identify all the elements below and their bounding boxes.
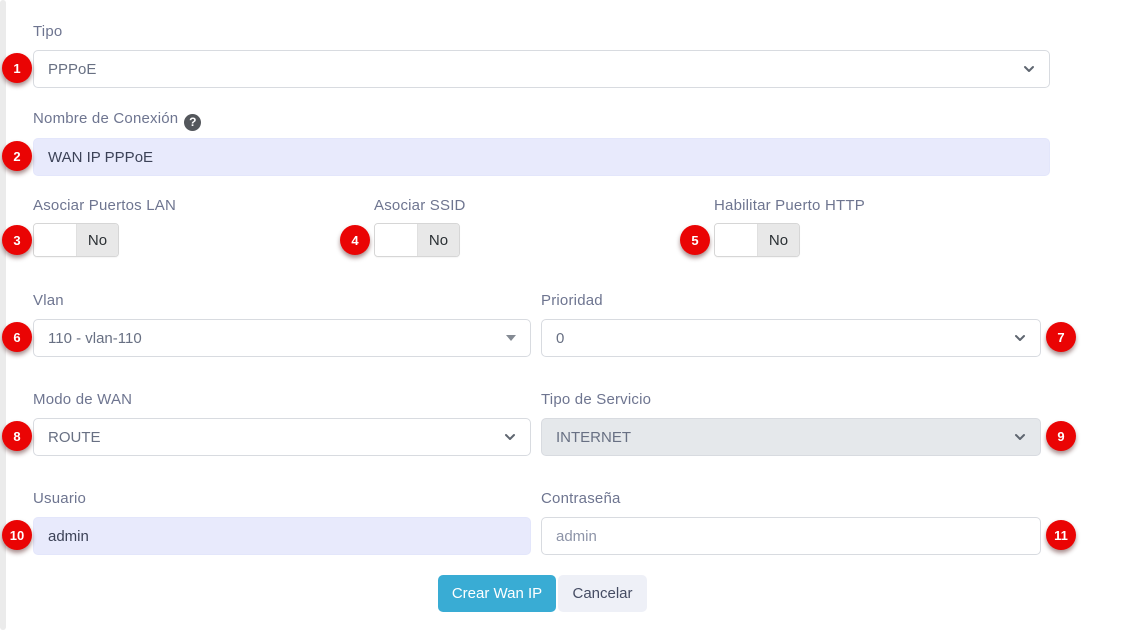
step-badge-8: 8	[2, 421, 32, 451]
step-badge-2: 2	[2, 141, 32, 171]
contrasena-input-placeholder: admin	[556, 528, 597, 545]
toggle-knob	[715, 224, 758, 256]
asociar-ssid-label: Asociar SSID	[374, 197, 466, 214]
contrasena-input[interactable]: admin	[541, 517, 1041, 555]
asociar-ssid-toggle[interactable]: No	[374, 223, 460, 257]
step-badge-4: 4	[340, 225, 370, 255]
tipo-select[interactable]: PPPoE	[33, 50, 1050, 88]
dropdown-arrow-icon	[506, 335, 516, 341]
nombre-label: Nombre de Conexión?	[33, 110, 201, 131]
vlan-label: Vlan	[33, 292, 64, 309]
chevron-down-icon	[1014, 431, 1026, 443]
puerto-http-label: Habilitar Puerto HTTP	[714, 197, 865, 214]
help-icon[interactable]: ?	[184, 114, 201, 131]
chevron-down-icon	[504, 431, 516, 443]
tipo-servicio-label: Tipo de Servicio	[541, 391, 651, 408]
toggle-knob	[34, 224, 77, 256]
step-badge-1: 1	[2, 53, 32, 83]
usuario-label: Usuario	[33, 490, 86, 507]
modo-wan-label: Modo de WAN	[33, 391, 132, 408]
chevron-down-icon	[1023, 63, 1035, 75]
asociar-lan-toggle-state: No	[77, 224, 118, 256]
step-badge-5: 5	[680, 225, 710, 255]
step-badge-10: 10	[2, 520, 32, 550]
puerto-http-toggle-state: No	[758, 224, 799, 256]
cancel-button[interactable]: Cancelar	[558, 575, 647, 612]
nombre-label-text: Nombre de Conexión	[33, 110, 178, 127]
usuario-input[interactable]: admin	[33, 517, 531, 555]
prioridad-select-value: 0	[556, 330, 1006, 347]
puerto-http-toggle[interactable]: No	[714, 223, 800, 257]
toggle-knob	[375, 224, 418, 256]
tipo-servicio-select-value: INTERNET	[556, 429, 1006, 446]
create-wan-button[interactable]: Crear Wan IP	[438, 575, 556, 612]
nombre-input[interactable]: WAN IP PPPoE	[33, 138, 1050, 176]
create-wan-form: Tipo PPPoE 1 Nombre de Conexión? WAN IP …	[0, 0, 1125, 630]
tipo-select-value: PPPoE	[48, 61, 1015, 78]
asociar-ssid-toggle-state: No	[418, 224, 459, 256]
step-badge-3: 3	[2, 225, 32, 255]
tipo-servicio-select: INTERNET	[541, 418, 1041, 456]
modo-wan-select[interactable]: ROUTE	[33, 418, 531, 456]
asociar-lan-label: Asociar Puertos LAN	[33, 197, 176, 214]
vlan-select[interactable]: 110 - vlan-110	[33, 319, 531, 357]
step-badge-6: 6	[2, 322, 32, 352]
chevron-down-icon	[1014, 332, 1026, 344]
step-badge-7: 7	[1046, 322, 1076, 352]
tipo-label: Tipo	[33, 23, 62, 40]
step-badge-11: 11	[1046, 520, 1076, 550]
prioridad-label: Prioridad	[541, 292, 603, 309]
prioridad-select[interactable]: 0	[541, 319, 1041, 357]
usuario-input-value: admin	[48, 528, 89, 545]
vlan-select-value: 110 - vlan-110	[48, 330, 498, 347]
nombre-input-value: WAN IP PPPoE	[48, 149, 153, 166]
asociar-lan-toggle[interactable]: No	[33, 223, 119, 257]
contrasena-label: Contraseña	[541, 490, 621, 507]
modo-wan-select-value: ROUTE	[48, 429, 496, 446]
step-badge-9: 9	[1046, 421, 1076, 451]
